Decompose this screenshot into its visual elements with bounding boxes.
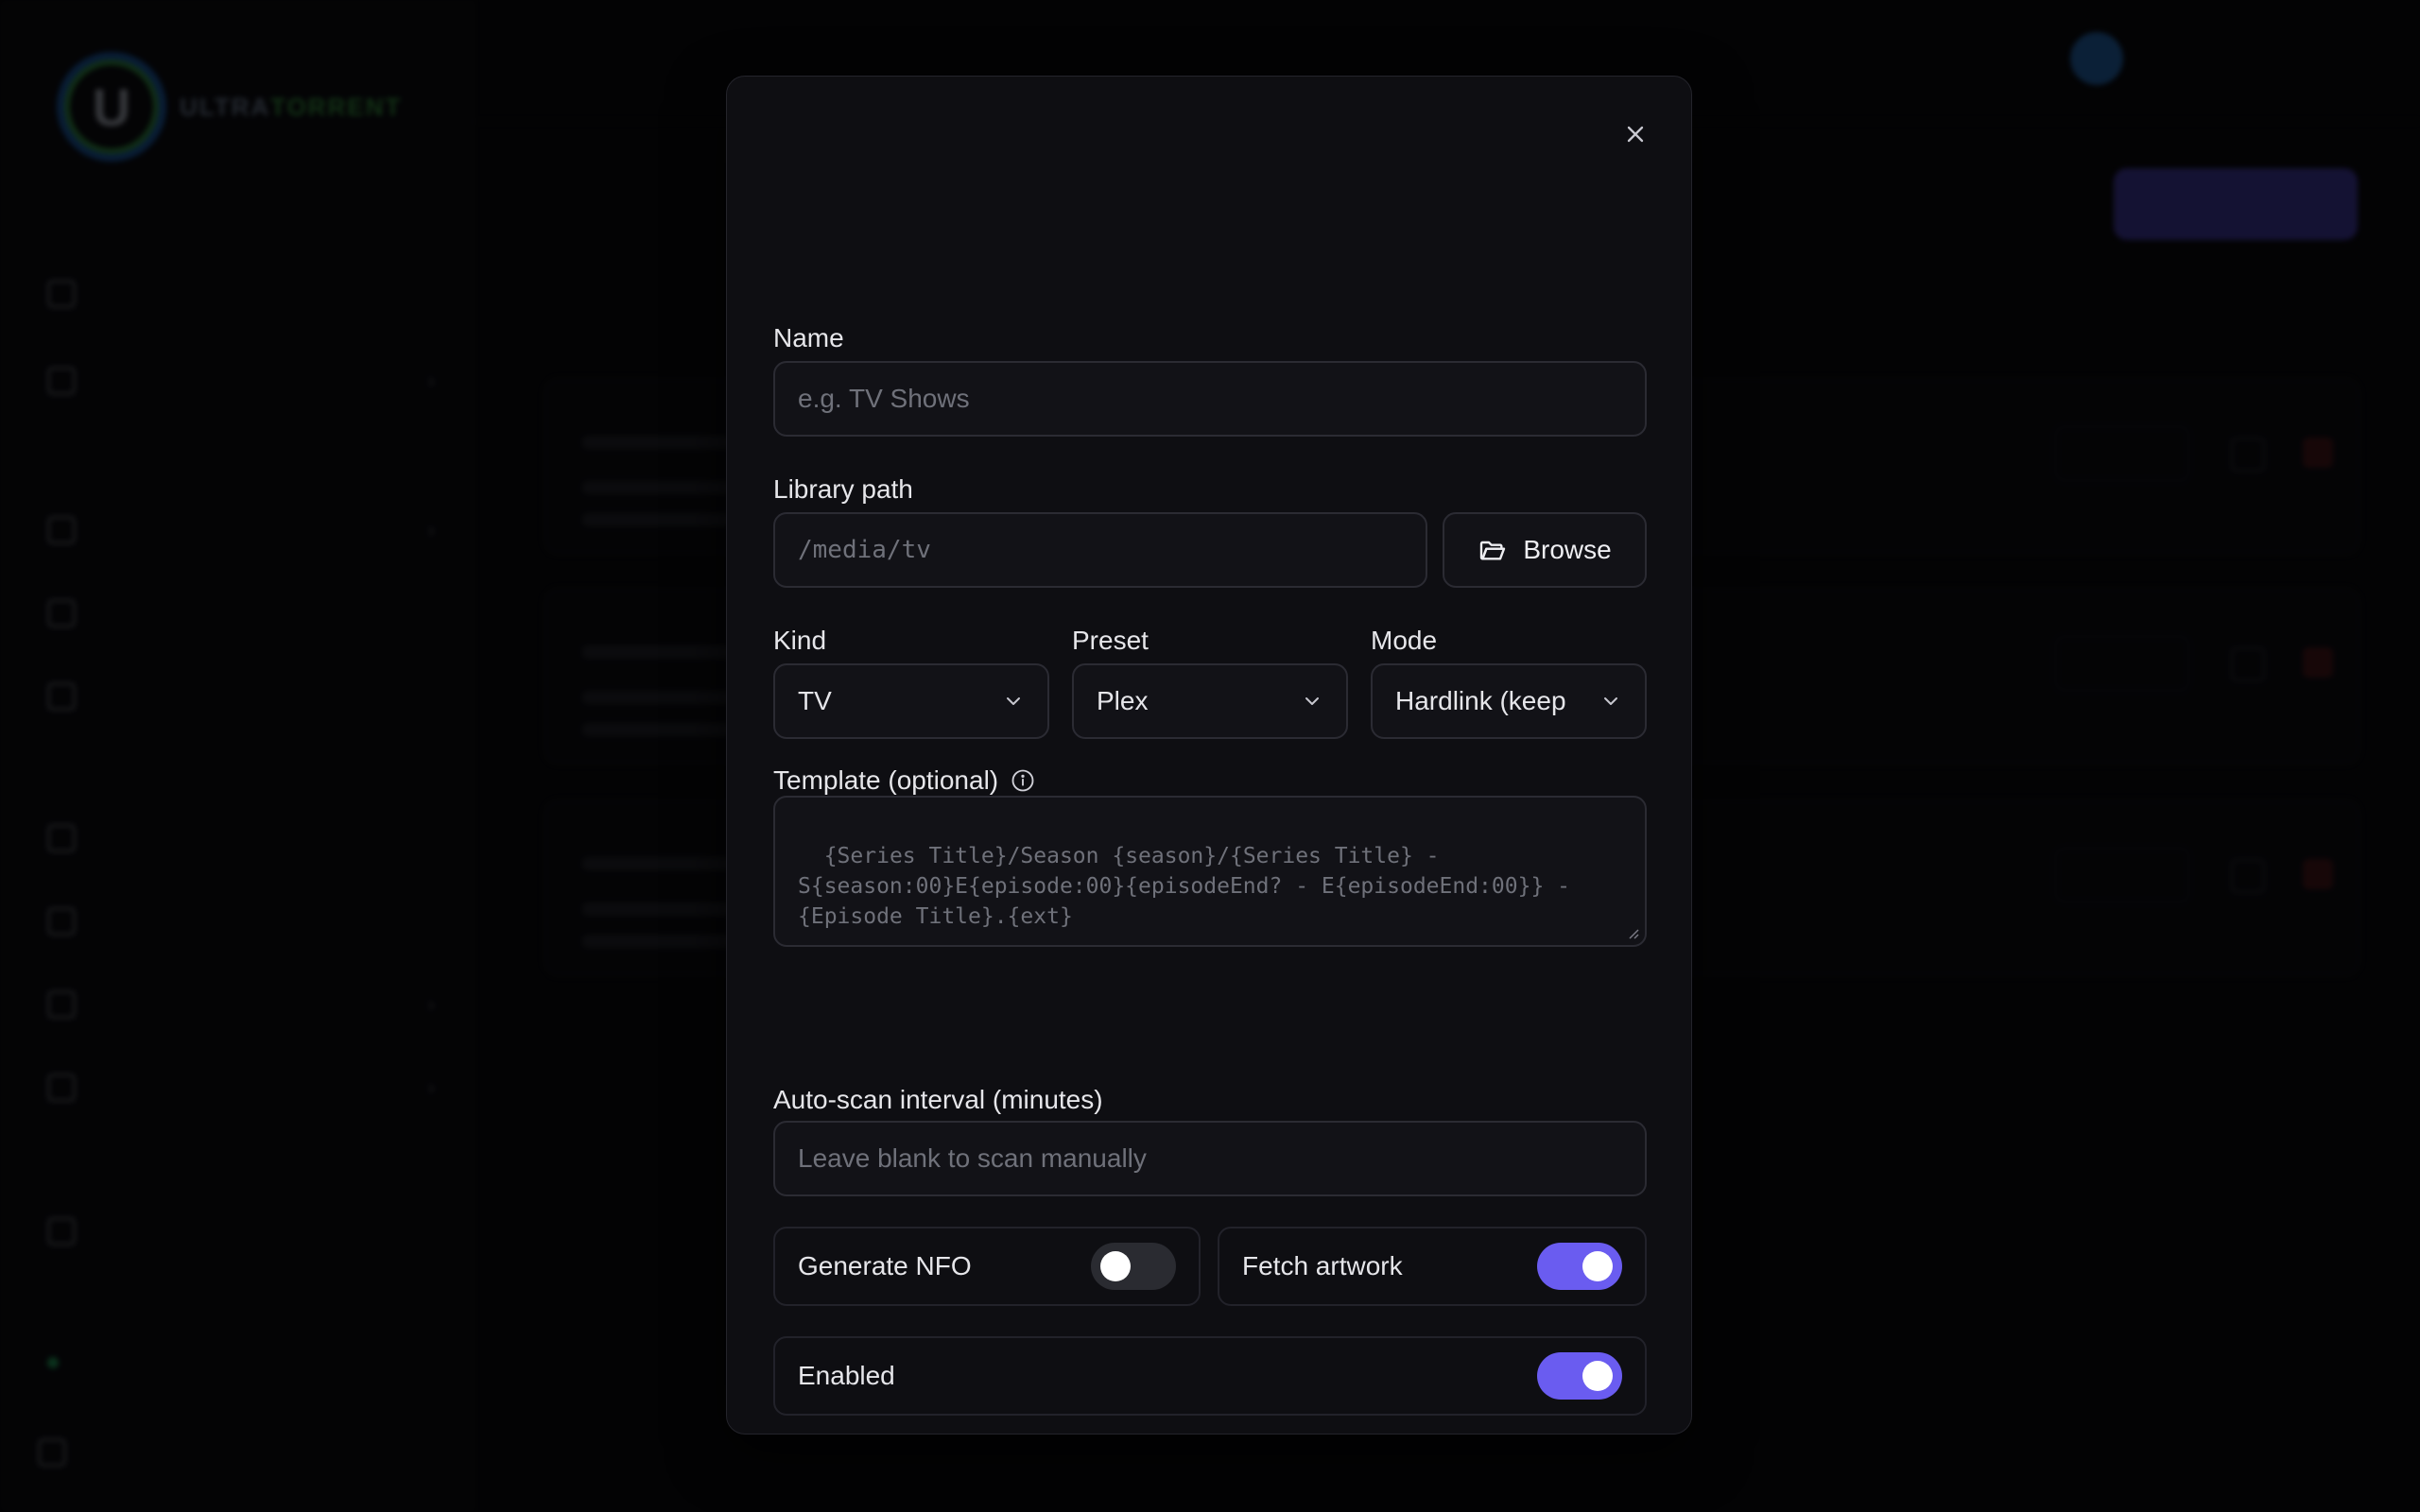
close-button[interactable] bbox=[1618, 117, 1652, 151]
chevron-down-icon bbox=[1305, 697, 1319, 705]
kind-label: Kind bbox=[773, 626, 827, 655]
resize-handle-icon[interactable] bbox=[1626, 926, 1639, 939]
name-label: Name bbox=[773, 323, 844, 352]
interval-input[interactable]: Leave blank to scan manually bbox=[773, 1121, 1647, 1196]
name-placeholder: e.g. TV Shows bbox=[798, 384, 970, 413]
kind-value: TV bbox=[798, 686, 832, 715]
switch-knob bbox=[1100, 1251, 1131, 1281]
kind-select[interactable]: TV bbox=[773, 663, 1049, 739]
switch-knob bbox=[1582, 1361, 1613, 1391]
chevron-down-icon bbox=[1604, 697, 1617, 705]
fetch-artwork-switch[interactable] bbox=[1537, 1243, 1622, 1290]
browse-button[interactable]: Browse bbox=[1443, 512, 1647, 588]
folder-open-icon bbox=[1480, 541, 1506, 560]
name-input[interactable]: e.g. TV Shows bbox=[773, 361, 1647, 437]
enabled-row: Enabled bbox=[773, 1336, 1647, 1416]
enabled-switch[interactable] bbox=[1537, 1352, 1622, 1400]
mode-value: Hardlink (keep bbox=[1395, 686, 1566, 715]
switch-knob bbox=[1582, 1251, 1613, 1281]
template-label: Template (optional) bbox=[773, 765, 999, 795]
library-path-label: Library path bbox=[773, 474, 913, 504]
template-label-row: Template (optional) bbox=[773, 765, 1036, 796]
template-textarea[interactable]: {Series Title}/Season {season}/{Series T… bbox=[773, 796, 1647, 947]
preset-select[interactable]: Plex bbox=[1072, 663, 1348, 739]
browse-label: Browse bbox=[1523, 535, 1612, 564]
close-icon bbox=[1627, 126, 1644, 143]
library-path-placeholder: /media/tv bbox=[798, 536, 931, 564]
generate-nfo-row: Generate NFO bbox=[773, 1227, 1201, 1306]
library-path-input[interactable]: /media/tv bbox=[773, 512, 1427, 588]
mode-select[interactable]: Hardlink (keep bbox=[1371, 663, 1647, 739]
fetch-artwork-row: Fetch artwork bbox=[1218, 1227, 1647, 1306]
preset-label: Preset bbox=[1072, 626, 1149, 655]
mode-label: Mode bbox=[1371, 626, 1438, 655]
enabled-label: Enabled bbox=[798, 1361, 895, 1390]
generate-nfo-label: Generate NFO bbox=[798, 1251, 972, 1280]
fetch-artwork-label: Fetch artwork bbox=[1242, 1251, 1403, 1280]
interval-label: Auto-scan interval (minutes) bbox=[773, 1085, 1103, 1114]
preset-value: Plex bbox=[1097, 686, 1149, 715]
chevron-down-icon bbox=[1007, 697, 1020, 705]
info-icon[interactable] bbox=[1010, 767, 1036, 794]
generate-nfo-switch[interactable] bbox=[1091, 1243, 1176, 1290]
template-placeholder: {Series Title}/Season {season}/{Series T… bbox=[798, 844, 1583, 929]
interval-placeholder: Leave blank to scan manually bbox=[798, 1143, 1147, 1173]
